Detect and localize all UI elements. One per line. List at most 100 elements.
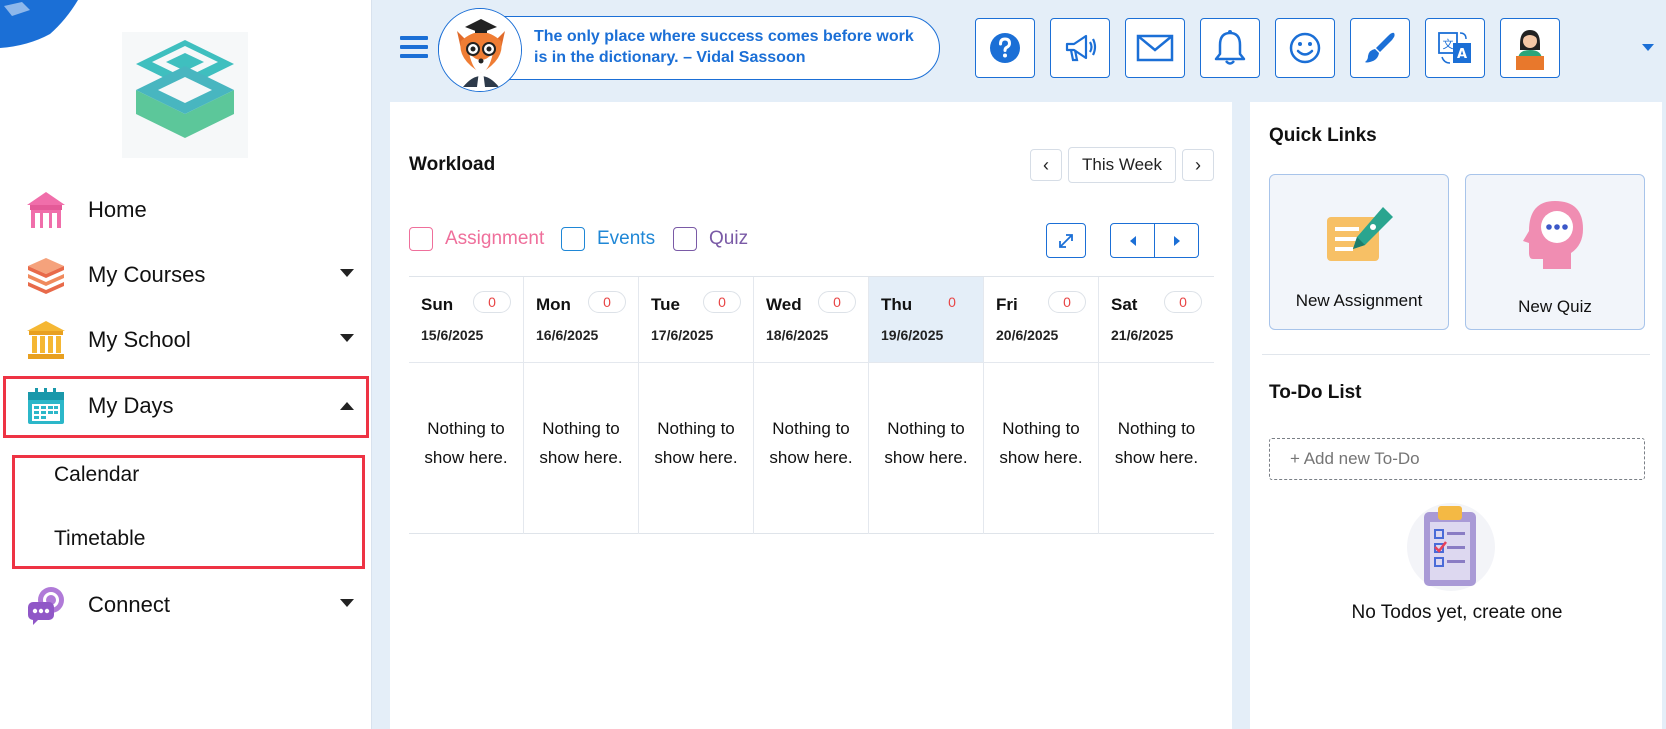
day-count-badge: 0 [1164, 291, 1202, 313]
add-todo-input[interactable] [1269, 438, 1645, 480]
day-header: Mon 0 16/6/2025 [524, 277, 638, 363]
empty-day-message: Nothing to show here. [539, 419, 623, 467]
bell-icon [1214, 30, 1246, 65]
day-column-sat[interactable]: Sat 0 21/6/2025 Nothing to show here. [1099, 277, 1214, 534]
scroll-left-button[interactable] [1110, 223, 1155, 258]
language-button[interactable]: 文 A [1425, 18, 1485, 78]
messages-button[interactable] [1125, 18, 1185, 78]
sidebar-item-home[interactable]: Home [24, 185, 360, 235]
chevron-down-icon[interactable] [340, 334, 354, 342]
prev-week-button[interactable]: ‹ [1030, 149, 1062, 181]
home-icon [24, 188, 68, 232]
mail-icon [1136, 34, 1174, 62]
day-column-thu[interactable]: Thu 0 19/6/2025 Nothing to show here. [869, 277, 984, 534]
clipboard-icon [1407, 503, 1495, 591]
brush-icon [1365, 32, 1395, 63]
day-date: 16/6/2025 [536, 327, 599, 343]
quiz-head-icon [1523, 201, 1583, 269]
day-column-wed[interactable]: Wed 0 18/6/2025 Nothing to show here. [754, 277, 869, 534]
day-date: 15/6/2025 [421, 327, 484, 343]
day-name: Tue [651, 295, 680, 314]
legend-quiz[interactable]: Quiz [673, 227, 748, 251]
corner-ribbon-icon [0, 0, 78, 48]
sidebar-item-label: My Courses [88, 262, 206, 287]
sidebar-item-my-school[interactable]: My School [24, 315, 360, 365]
legend-label: Events [597, 228, 656, 249]
empty-day-message: Nothing to show here. [884, 419, 968, 467]
next-week-button[interactable]: › [1182, 149, 1214, 181]
sidebar-item-my-days[interactable]: My Days [24, 381, 360, 431]
legend-label: Assignment [445, 228, 545, 249]
legend-checkbox[interactable] [409, 227, 433, 251]
submenu-item-calendar[interactable]: Calendar [54, 463, 139, 487]
profile-dropdown-chevron-icon[interactable] [1642, 44, 1654, 51]
week-grid: Sun 0 15/6/2025 Nothing to show here. Mon… [409, 276, 1214, 534]
expand-button[interactable] [1046, 223, 1086, 258]
todo-title: To-Do List [1269, 382, 1362, 403]
notifications-button[interactable] [1200, 18, 1260, 78]
legend-events[interactable]: Events [561, 227, 655, 251]
legend-assignment[interactable]: Assignment [409, 227, 544, 251]
legend-checkbox[interactable] [673, 227, 697, 251]
legend-checkbox[interactable] [561, 227, 585, 251]
fox-mascot-icon [438, 8, 522, 92]
day-count-badge: 0 [588, 291, 626, 313]
svg-text:文: 文 [1443, 37, 1454, 51]
megaphone-icon [1065, 34, 1097, 62]
sidebar-item-label: Connect [88, 592, 170, 617]
submenu-item-timetable[interactable]: Timetable [54, 527, 145, 551]
empty-day-message: Nothing to show here. [654, 419, 738, 467]
quote-line-1: The only place where success comes befor… [534, 28, 914, 45]
announcements-button[interactable] [1050, 18, 1110, 78]
caret-left-icon [1129, 235, 1136, 246]
help-icon [990, 33, 1020, 63]
chat-icon [24, 583, 68, 627]
sidebar-item-my-courses[interactable]: My Courses [24, 250, 360, 300]
help-button[interactable] [975, 18, 1035, 78]
new-assignment-card[interactable]: New Assignment [1269, 174, 1449, 330]
translate-icon: 文 A [1438, 32, 1471, 64]
school-logo [122, 32, 248, 158]
svg-text:A: A [1457, 47, 1467, 62]
assignment-pen-icon [1327, 207, 1393, 261]
expand-icon [1059, 233, 1073, 248]
empty-day-message: Nothing to show here. [1114, 419, 1199, 467]
ql-label: New Quiz [1518, 297, 1592, 316]
day-name: Thu [881, 295, 913, 314]
day-header: Wed 0 18/6/2025 [754, 277, 868, 363]
day-column-fri[interactable]: Fri 0 20/6/2025 Nothing to show here. [984, 277, 1099, 534]
theme-button[interactable] [1350, 18, 1410, 78]
chevron-down-icon[interactable] [340, 269, 354, 277]
day-header-today: Thu 0 19/6/2025 [869, 277, 983, 363]
week-range-button[interactable]: This Week [1068, 147, 1176, 183]
chevron-down-icon[interactable] [340, 599, 354, 607]
empty-day-message: Nothing to show here. [424, 419, 508, 467]
day-name: Fri [996, 295, 1018, 314]
mood-button[interactable] [1275, 18, 1335, 78]
day-column-sun[interactable]: Sun 0 15/6/2025 Nothing to show here. [409, 277, 524, 534]
day-column-tue[interactable]: Tue 0 17/6/2025 Nothing to show here. [639, 277, 754, 534]
day-date: 20/6/2025 [996, 327, 1059, 343]
hamburger-menu-icon[interactable] [400, 36, 428, 60]
day-header: Sun 0 15/6/2025 [409, 277, 523, 363]
day-name: Sun [421, 295, 454, 314]
day-name: Sat [1111, 295, 1138, 314]
sidebar-item-label: My Days [88, 393, 174, 418]
empty-todos-message: No Todos yet, create one [1351, 602, 1563, 623]
legend-label: Quiz [709, 228, 749, 249]
sidebar-item-connect[interactable]: Connect [24, 580, 360, 630]
day-column-mon[interactable]: Mon 0 16/6/2025 Nothing to show here. [524, 277, 639, 534]
quick-links-title: Quick Links [1269, 125, 1377, 146]
scroll-right-button[interactable] [1154, 223, 1199, 258]
sidebar: Home My Courses My School My Days Calend… [0, 0, 372, 729]
chevron-up-icon[interactable] [340, 402, 354, 410]
user-avatar-icon [1516, 30, 1544, 70]
day-name: Mon [536, 295, 571, 314]
school-icon [24, 318, 68, 362]
day-count-badge: 0 [1048, 291, 1086, 313]
empty-day-message: Nothing to show here. [769, 419, 853, 467]
ql-label: New Assignment [1295, 291, 1423, 310]
new-quiz-card[interactable]: New Quiz [1465, 174, 1645, 330]
profile-button[interactable] [1500, 18, 1560, 78]
smiley-icon [1289, 32, 1321, 64]
